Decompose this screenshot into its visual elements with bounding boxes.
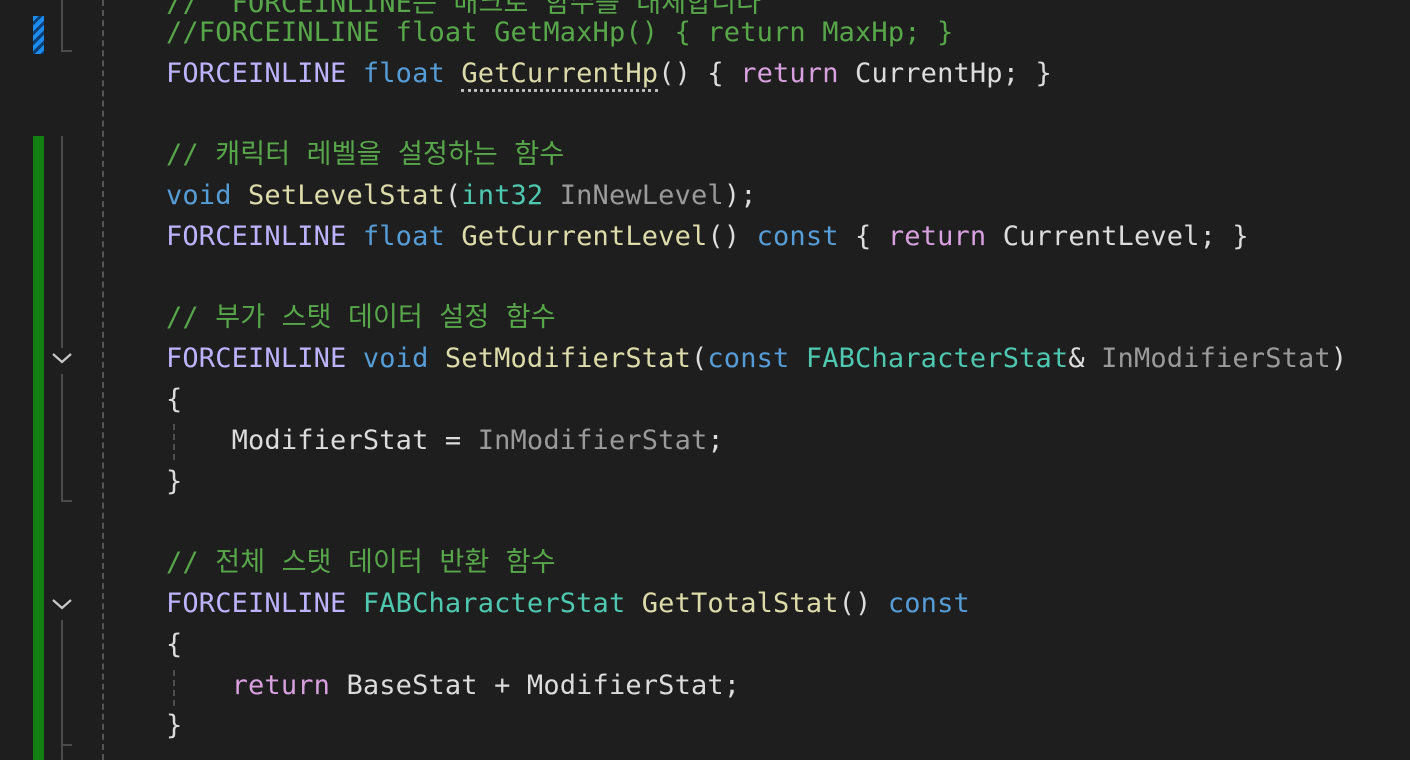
code-token: return	[740, 57, 839, 89]
code-line[interactable]: return BaseStat + ModifierStat;	[166, 666, 740, 706]
code-line[interactable]: FORCEINLINE float GetCurrentHp() { retur…	[166, 54, 1052, 94]
code-token: ;	[707, 424, 724, 456]
code-token: ()	[838, 588, 888, 619]
code-token: SetLevelStat	[248, 180, 445, 211]
outline-guide	[61, 136, 63, 348]
chevron-down-icon[interactable]	[51, 596, 73, 612]
code-line[interactable]: void SetLevelStat(int32 InNewLevel);	[166, 176, 757, 216]
editor-gutter	[0, 0, 110, 760]
code-token: int32	[461, 180, 544, 211]
code-token: FORCEINLINE	[166, 57, 347, 89]
code-token: GetCurrentHp	[461, 57, 659, 92]
code-token: void	[362, 343, 429, 375]
code-token: SetModifierStat	[444, 343, 691, 375]
code-token: )	[1330, 343, 1348, 375]
code-token: return	[887, 220, 987, 252]
code-line[interactable]: }	[166, 462, 182, 502]
code-token: GetTotalStat	[641, 588, 839, 619]
saved-change-indicator	[33, 136, 44, 760]
code-line[interactable]: // 부가 스탯 데이터 설정 함수	[166, 298, 556, 338]
code-token: CurrentHp; }	[838, 57, 1052, 89]
code-token: ModifierStat =	[166, 424, 478, 456]
code-token: // 전체 스탯 데이터 반환 함수	[166, 547, 556, 579]
code-token: InNewLevel	[559, 180, 724, 211]
unsaved-change-indicator	[33, 16, 44, 54]
code-token: }	[166, 465, 183, 497]
code-token: FABCharacterStat	[362, 588, 626, 619]
code-line[interactable]: {	[166, 625, 182, 665]
code-token: CurrentLevel; }	[986, 220, 1249, 252]
code-line[interactable]: {	[166, 380, 182, 420]
outline-guide-end	[61, 744, 72, 746]
code-token: {	[166, 628, 183, 660]
code-token: // 캐릭터 레벨을 설정하는 함수	[166, 139, 565, 171]
code-token: FORCEINLINE	[166, 220, 347, 252]
gutter-separator	[102, 0, 104, 760]
code-token: FABCharacterStat	[805, 343, 1069, 375]
code-token: InModifierStat	[1101, 343, 1331, 375]
code-token: {	[166, 384, 183, 415]
code-line[interactable]: }	[166, 706, 182, 746]
code-token: GetCurrentLevel	[461, 220, 708, 252]
code-line[interactable]: FORCEINLINE float GetCurrentLevel() cons…	[166, 217, 1249, 257]
code-token: () {	[658, 57, 741, 89]
outline-guide	[61, 0, 63, 52]
code-token: FORCEINLINE	[166, 588, 347, 619]
code-token: const	[756, 220, 839, 252]
code-token: ()	[707, 220, 757, 252]
outline-guide	[61, 374, 63, 502]
code-token: (	[691, 343, 708, 375]
code-token: const	[707, 343, 790, 375]
code-token: const	[887, 588, 970, 619]
code-line[interactable]: FORCEINLINE void SetModifierStat(const F…	[166, 339, 1347, 379]
code-line[interactable]: ModifierStat = InModifierStat;	[166, 421, 724, 461]
code-token: BaseStat + ModifierStat;	[330, 669, 741, 701]
code-token: &	[1068, 343, 1102, 375]
code-token: // 부가 스탯 데이터 설정 함수	[166, 302, 556, 334]
code-editor[interactable]: //__FORCEINLINE는 매크로 함수를 대체합니다//FORCEINL…	[0, 0, 1410, 760]
outline-guide-end	[61, 50, 72, 52]
code-token: return	[231, 669, 331, 701]
chevron-down-icon[interactable]	[51, 350, 73, 366]
outline-guide-end	[61, 500, 72, 502]
code-line[interactable]: // 캐릭터 레벨을 설정하는 함수	[166, 135, 564, 175]
code-line[interactable]: // 전체 스탯 데이터 반환 함수	[166, 543, 556, 583]
code-line[interactable]: //FORCEINLINE float GetMaxHp() { return …	[166, 13, 953, 53]
code-token: float	[362, 57, 445, 89]
code-line[interactable]: FORCEINLINE FABCharacterStat GetTotalSta…	[166, 584, 970, 624]
outline-guide	[61, 620, 63, 760]
code-token: }	[166, 710, 183, 742]
code-token: (	[444, 180, 462, 211]
code-token: );	[723, 180, 757, 211]
code-token: InModifierStat	[477, 424, 708, 456]
code-token: //FORCEINLINE float GetMaxHp() { return …	[166, 16, 954, 48]
code-token: float	[362, 220, 445, 252]
code-token: void	[166, 180, 232, 211]
code-token: FORCEINLINE	[166, 343, 347, 375]
code-token: {	[838, 220, 888, 252]
